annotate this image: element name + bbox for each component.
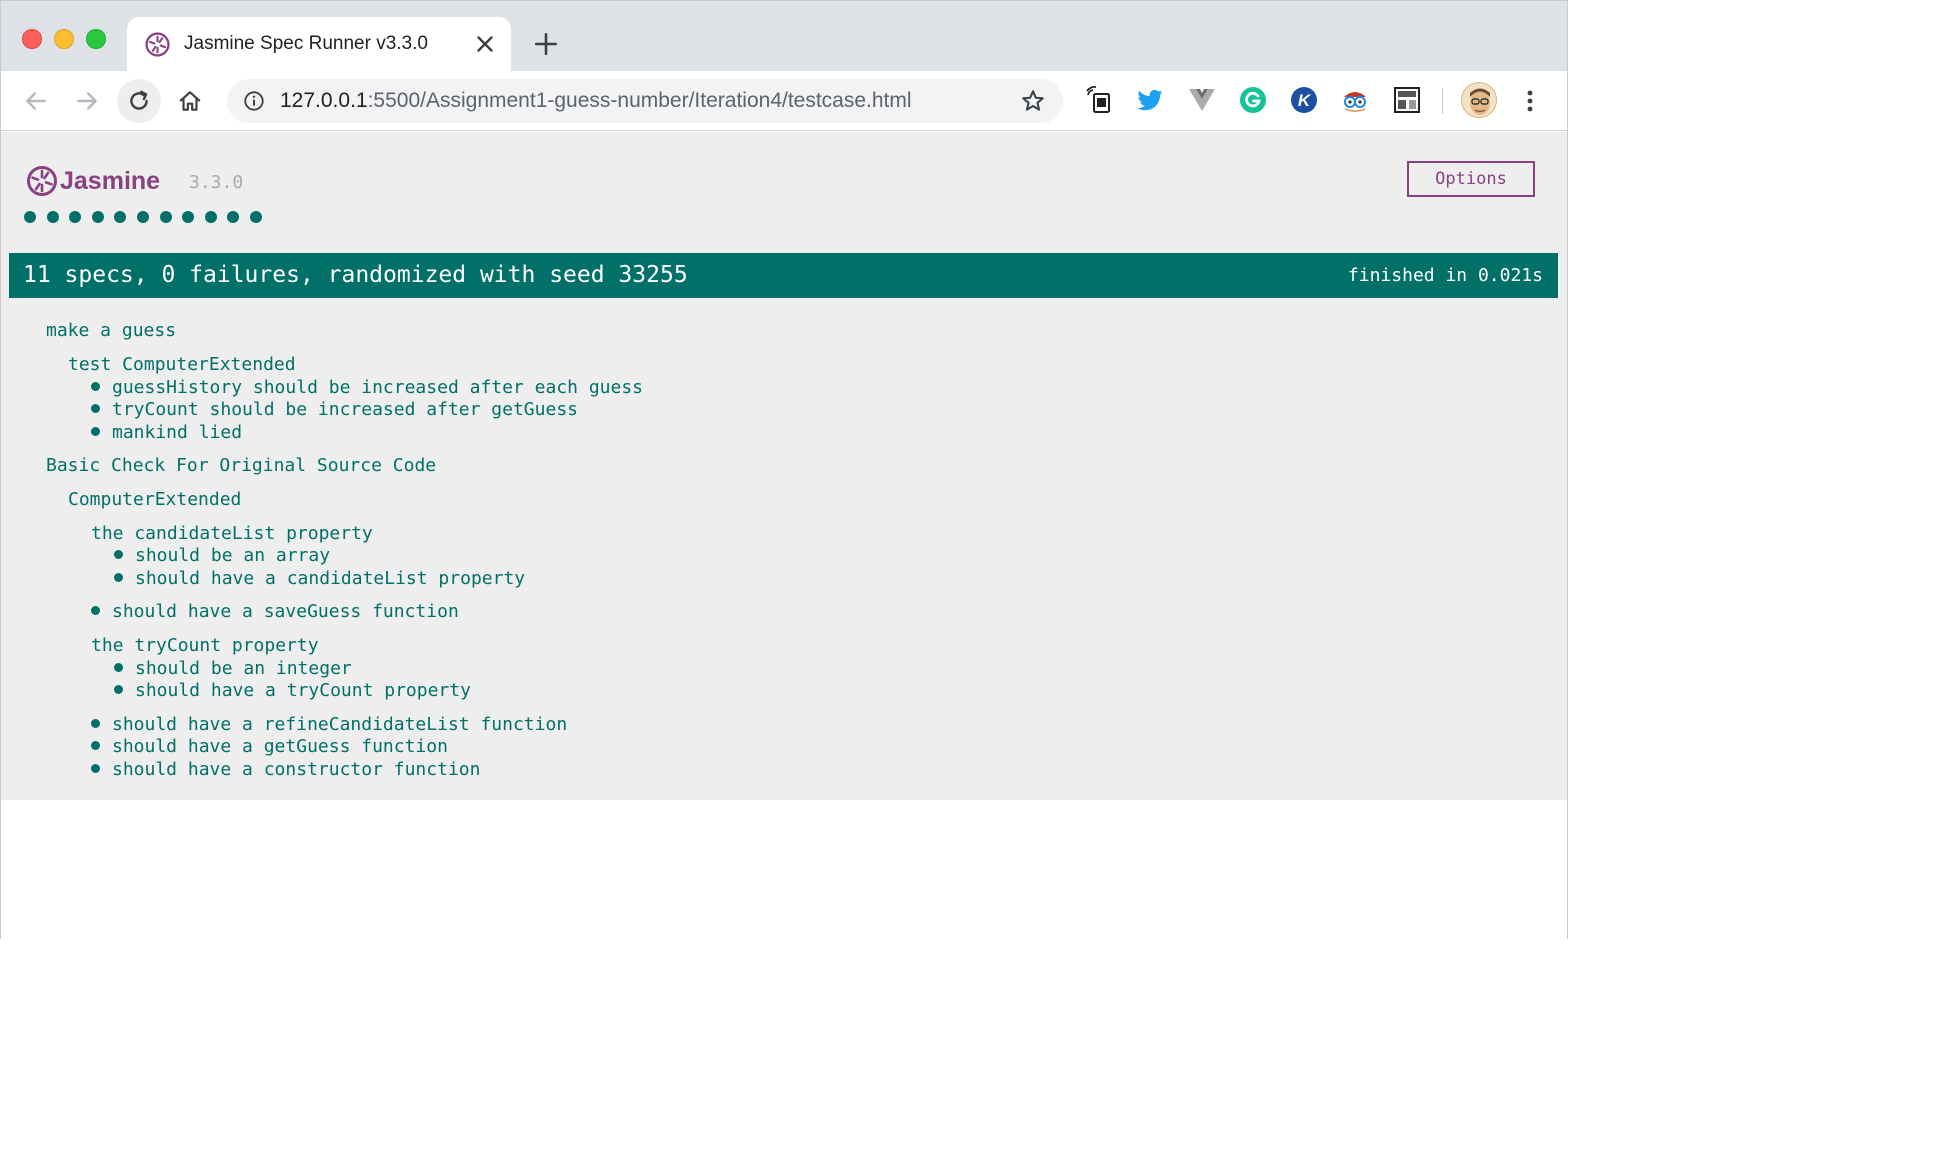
url-text[interactable]: 127.0.0.1:5500/Assignment1-guess-number/… <box>280 89 912 113</box>
url-path: :5500/Assignment1-guess-number/Iteration… <box>367 89 912 112</box>
spec-item[interactable]: should have a candidateList property <box>114 568 525 590</box>
spec-passed-dot[interactable] <box>249 211 262 223</box>
kebab-menu-icon[interactable] <box>1519 85 1541 117</box>
page-blank-area <box>1 800 1567 939</box>
window-close-button[interactable] <box>22 29 42 49</box>
passed-bullet-icon <box>91 403 100 413</box>
reload-button[interactable] <box>117 79 161 123</box>
forward-button[interactable] <box>65 79 109 123</box>
svg-text:K: K <box>1298 91 1312 110</box>
glasses-icon[interactable] <box>1340 85 1370 115</box>
jasmine-brand-text: Jasmine <box>60 167 160 195</box>
grammarly-icon[interactable] <box>1238 85 1268 115</box>
spec-status-dots <box>24 211 273 225</box>
new-tab-icon[interactable] <box>533 31 559 57</box>
spec-passed-dot[interactable] <box>114 211 127 223</box>
home-icon <box>179 91 201 111</box>
spec-passed-dot[interactable] <box>46 211 59 223</box>
tab-jasmine[interactable]: Jasmine Spec Runner v3.3.0 <box>127 17 511 72</box>
tab-close-icon[interactable] <box>472 31 498 57</box>
suite-title[interactable]: the tryCount property <box>91 635 319 657</box>
spec-passed-dot[interactable] <box>159 211 172 223</box>
window-minimize-button[interactable] <box>54 29 74 49</box>
spec-item[interactable]: should have a getGuess function <box>91 736 448 758</box>
spec-passed-dot[interactable] <box>204 211 217 223</box>
browser-toolbar: 127.0.0.1:5500/Assignment1-guess-number/… <box>1 71 1567 131</box>
spec-passed-dot[interactable] <box>91 211 104 223</box>
duration-text: finished in 0.021s <box>1347 265 1543 286</box>
k-icon[interactable]: K <box>1289 85 1319 115</box>
info-icon[interactable] <box>243 90 265 112</box>
spec-item[interactable]: guessHistory should be increased after e… <box>91 377 643 399</box>
passed-bullet-icon <box>114 662 123 672</box>
jasmine-reporter: Jasmine 3.3.0 Options 11 specs, 0 failur… <box>1 132 1567 800</box>
jasmine-favicon-icon <box>145 32 170 57</box>
vue-icon[interactable] <box>1187 85 1217 115</box>
home-button[interactable] <box>168 79 212 123</box>
passed-bullet-icon <box>91 718 100 728</box>
jasmine-logo: Jasmine <box>27 166 160 196</box>
avatar[interactable] <box>1461 82 1497 118</box>
spec-passed-dot[interactable] <box>69 211 82 223</box>
spec-item[interactable]: should have a saveGuess function <box>91 601 459 623</box>
forward-arrow-icon <box>77 92 97 110</box>
browser-window: Jasmine Spec Runner v3.3.0 127.0.0.1:550… <box>0 0 1568 939</box>
star-icon[interactable] <box>1020 88 1046 114</box>
spec-passed-dot[interactable] <box>136 211 149 223</box>
suite-title[interactable]: make a guess <box>46 320 176 342</box>
suite-title[interactable]: Basic Check For Original Source Code <box>46 455 436 477</box>
results-summary-bar: 11 specs, 0 failures, randomized with se… <box>9 253 1558 298</box>
options-button[interactable]: Options <box>1407 161 1535 197</box>
passed-bullet-icon <box>114 684 123 694</box>
back-arrow-icon <box>26 92 46 110</box>
suite-title[interactable]: test ComputerExtended <box>68 354 296 376</box>
tab-title: Jasmine Spec Runner v3.3.0 <box>184 33 428 54</box>
cast-icon[interactable] <box>1085 85 1115 115</box>
window-maximize-button[interactable] <box>86 29 106 49</box>
suite-title[interactable]: ComputerExtended <box>68 489 241 511</box>
passed-bullet-icon <box>91 763 100 773</box>
suite-title[interactable]: the candidateList property <box>91 523 373 545</box>
spec-passed-dot[interactable] <box>24 211 36 223</box>
spec-item[interactable]: should have a refineCandidateList functi… <box>91 714 567 736</box>
tab-strip: Jasmine Spec Runner v3.3.0 <box>1 1 1567 72</box>
spec-item[interactable]: should be an array <box>114 545 330 567</box>
spec-passed-dot[interactable] <box>182 211 195 223</box>
url-host: 127.0.0.1 <box>280 89 368 112</box>
passed-bullet-icon <box>91 740 100 750</box>
jasmine-version: 3.3.0 <box>189 172 244 193</box>
passed-bullet-icon <box>91 605 100 615</box>
passed-bullet-icon <box>114 572 123 582</box>
twitter-icon[interactable] <box>1135 85 1165 115</box>
summary-text: 11 specs, 0 failures, randomized with se… <box>23 262 688 288</box>
reload-icon <box>130 90 148 110</box>
profile-face-icon <box>1462 83 1496 117</box>
passed-bullet-icon <box>91 381 100 391</box>
spec-item[interactable]: should have a tryCount property <box>114 680 471 702</box>
layout-icon[interactable] <box>1392 85 1422 115</box>
spec-item[interactable]: should be an integer <box>114 658 352 680</box>
address-bar[interactable]: 127.0.0.1:5500/Assignment1-guess-number/… <box>227 79 1063 123</box>
spec-item[interactable]: tryCount should be increased after getGu… <box>91 399 578 421</box>
toolbar-divider <box>1442 88 1443 114</box>
spec-passed-dot[interactable] <box>227 211 240 223</box>
passed-bullet-icon <box>114 549 123 559</box>
back-button[interactable] <box>14 79 58 123</box>
spec-item[interactable]: should have a constructor function <box>91 759 480 781</box>
spec-item[interactable]: mankind lied <box>91 422 242 444</box>
passed-bullet-icon <box>91 426 100 436</box>
